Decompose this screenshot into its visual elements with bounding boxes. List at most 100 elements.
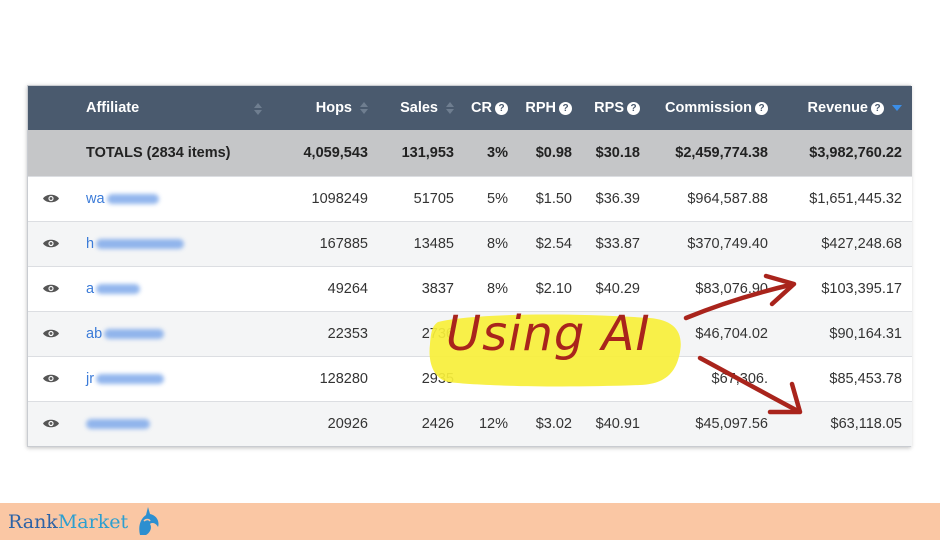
header-commission-label: Commission <box>664 100 752 116</box>
question-circle-icon[interactable]: ? <box>559 102 572 115</box>
header-eye <box>28 86 74 130</box>
eye-icon[interactable] <box>42 238 60 249</box>
redacted-name-blur <box>96 238 185 249</box>
view-button[interactable] <box>28 176 74 221</box>
affiliate-link[interactable]: ab <box>74 311 270 356</box>
cell-rph: $2.10 <box>535 280 572 297</box>
affiliate-name[interactable]: jr <box>86 371 94 387</box>
header-sales[interactable]: Sales <box>378 86 464 130</box>
header-commission[interactable]: Commission? <box>650 86 778 130</box>
totals-rps: $30.18 <box>595 144 640 161</box>
affiliate-name[interactable]: a <box>86 281 94 297</box>
view-button[interactable] <box>28 221 74 266</box>
sort-arrows-icon[interactable] <box>446 102 454 115</box>
header-affiliate[interactable]: Affiliate <box>74 86 270 130</box>
affiliate-name[interactable]: h <box>86 236 94 252</box>
cell-hops: 22353 <box>327 325 368 342</box>
cell-commission: $370,749.40 <box>687 235 768 252</box>
brand-part-1: Rank <box>8 511 58 533</box>
cell-commission: $45,097.56 <box>695 415 768 432</box>
view-button[interactable] <box>28 401 74 446</box>
table-header-row: Affiliate Hops Sales CR? RPH? RPS? Commi… <box>28 86 912 130</box>
eye-icon[interactable] <box>42 418 60 429</box>
header-rph[interactable]: RPH? <box>518 86 582 130</box>
redacted-name-blur <box>96 373 165 384</box>
redacted-name-blur <box>104 328 165 339</box>
affiliate-name[interactable]: wa <box>86 191 105 207</box>
view-button[interactable] <box>28 356 74 401</box>
totals-cr: 3% <box>487 144 508 161</box>
sort-descending-icon[interactable] <box>892 105 902 112</box>
cell-rps: $40.91 <box>595 415 640 432</box>
totals-hops: 4,059,543 <box>303 144 368 161</box>
totals-rph: $0.98 <box>535 144 572 161</box>
table-row: wa 1098249 51705 5% $1.50 $36.39 $964,58… <box>28 176 912 221</box>
table-row: 20926 2426 12% $3.02 $40.91 $45,097.56 $… <box>28 401 912 446</box>
cell-hops: 20926 <box>327 415 368 432</box>
totals-commission: $2,459,774.38 <box>675 144 768 161</box>
sort-arrows-icon[interactable] <box>254 103 262 115</box>
header-affiliate-label: Affiliate <box>86 100 140 116</box>
redacted-name-blur <box>86 418 150 429</box>
header-sales-label: Sales <box>400 100 438 116</box>
header-revenue[interactable]: Revenue? <box>778 86 912 130</box>
cell-rph: $3.02 <box>535 415 572 432</box>
cell-rps <box>582 356 650 401</box>
eye-icon[interactable] <box>42 193 60 204</box>
table-row: h 167885 13485 8% $2.54 $33.87 $370,749.… <box>28 221 912 266</box>
cell-sales: 2426 <box>421 415 454 432</box>
question-circle-icon[interactable]: ? <box>627 102 640 115</box>
question-circle-icon[interactable]: ? <box>755 102 768 115</box>
header-hops[interactable]: Hops <box>270 86 378 130</box>
header-revenue-label: Revenue <box>807 100 868 116</box>
cell-rph: $1.50 <box>535 190 572 207</box>
unicorn-logo-icon <box>139 507 159 535</box>
cell-rps: $40.29 <box>595 280 640 297</box>
redacted-name-blur <box>106 193 159 204</box>
eye-icon[interactable] <box>42 373 60 384</box>
brand-part-2: Market <box>57 511 129 533</box>
header-rps-label: RPS <box>594 100 624 116</box>
affiliate-link[interactable]: wa <box>74 176 270 221</box>
header-rps[interactable]: RPS? <box>582 86 650 130</box>
cell-revenue: $85,453.78 <box>829 370 902 387</box>
cell-revenue: $103,395.17 <box>821 280 902 297</box>
view-button[interactable] <box>28 266 74 311</box>
cell-hops: 167885 <box>319 235 368 252</box>
table-row: jr 128280 2935 $67,306. $85,453.78 <box>28 356 912 401</box>
brand-wordmark: RankMarket <box>8 511 128 533</box>
totals-label: TOTALS (2834 items) <box>86 144 231 161</box>
question-circle-icon[interactable]: ? <box>495 102 508 115</box>
sort-arrows-icon[interactable] <box>360 102 368 115</box>
header-hops-label: Hops <box>315 100 352 116</box>
cell-revenue: $63,118.05 <box>830 415 903 432</box>
cell-rps: $36.39 <box>595 190 640 207</box>
cell-revenue: $427,248.68 <box>821 235 902 252</box>
totals-row: TOTALS (2834 items) 4,059,543 131,953 3%… <box>28 130 912 176</box>
eye-icon[interactable] <box>42 283 60 294</box>
cell-sales: 51705 <box>413 190 454 207</box>
cell-cr: 5% <box>487 190 508 207</box>
cell-hops: 128280 <box>319 370 368 387</box>
question-circle-icon[interactable]: ? <box>871 102 884 115</box>
affiliate-link[interactable]: jr <box>74 356 270 401</box>
using-ai-annotation: Using AI <box>446 306 651 362</box>
cell-hops: 1098249 <box>311 190 368 207</box>
table-row: a 49264 3837 8% $2.10 $40.29 $83,076.90 … <box>28 266 912 311</box>
affiliate-table-panel: Affiliate Hops Sales CR? RPH? RPS? Commi… <box>27 85 912 447</box>
affiliate-name[interactable]: ab <box>86 326 102 342</box>
affiliate-link[interactable]: a <box>74 266 270 311</box>
redacted-name-blur <box>96 283 141 294</box>
affiliate-link[interactable] <box>74 401 270 446</box>
cell-cr: 8% <box>487 235 508 252</box>
view-button[interactable] <box>28 311 74 356</box>
cell-sales: 13485 <box>413 235 454 252</box>
eye-icon[interactable] <box>42 328 60 339</box>
affiliate-link[interactable]: h <box>74 221 270 266</box>
header-cr-label: CR <box>471 100 492 116</box>
cell-rph <box>518 356 582 401</box>
header-cr[interactable]: CR? <box>464 86 518 130</box>
cell-rph: $2.54 <box>535 235 572 252</box>
cell-hops: 49264 <box>327 280 368 297</box>
cell-cr <box>464 356 518 401</box>
